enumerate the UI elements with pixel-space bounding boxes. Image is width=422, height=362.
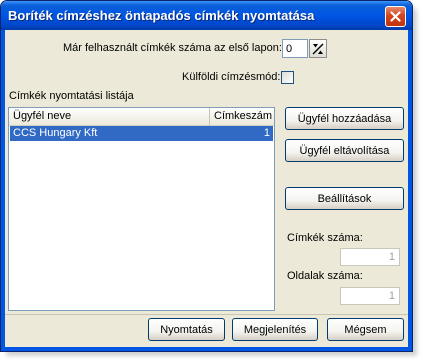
remove-client-button[interactable]: Ügyfél eltávolítása (285, 139, 404, 162)
pages-count-label: Oldalak száma: (287, 270, 363, 282)
used-labels-label: Már felhasznált címkék száma az első lap… (63, 42, 282, 54)
window-frame-left (1, 30, 5, 351)
used-labels-field[interactable] (282, 39, 308, 58)
foreign-address-label: Külföldi címzésmód: (182, 71, 281, 83)
dialog-window: Boríték címzéshez öntapadós címkék nyomt… (0, 0, 413, 352)
labels-count-field: 1 (340, 248, 400, 266)
close-button[interactable] (385, 6, 406, 27)
print-list[interactable]: Ügyfél neve Címkeszám CCS Hungary Kft 1 (8, 107, 275, 311)
window-title: Boríték címzéshez öntapadós címkék nyomt… (8, 8, 315, 23)
list-header: Ügyfél neve Címkeszám (9, 108, 274, 126)
spin-percent-icon (312, 43, 324, 54)
used-labels-input[interactable] (283, 40, 307, 57)
column-header-client-name[interactable]: Ügyfél neve (9, 108, 209, 125)
title-bar[interactable]: Boríték címzéshez öntapadós címkék nyomt… (1, 1, 412, 30)
used-labels-spin-button[interactable] (309, 39, 327, 58)
labels-count-value: 1 (388, 251, 395, 263)
close-icon (390, 11, 401, 22)
cancel-button[interactable]: Mégsem (327, 318, 404, 341)
cell-label-count: 1 (263, 127, 270, 139)
labels-count-label: Címkék száma: (287, 232, 363, 244)
cell-client-name: CCS Hungary Kft (13, 127, 98, 139)
foreign-address-checkbox[interactable] (281, 71, 294, 84)
window-frame-right (408, 30, 412, 351)
pages-count-value: 1 (388, 290, 395, 302)
print-button[interactable]: Nyomtatás (148, 318, 225, 341)
window-frame-bottom (1, 347, 412, 351)
pages-count-field: 1 (340, 287, 400, 305)
print-list-title: Címkék nyomtatási listája (9, 90, 134, 102)
preview-button[interactable]: Megjelenítés (232, 318, 318, 341)
footer-divider (5, 314, 408, 315)
add-client-button[interactable]: Ügyfél hozzáadása (285, 107, 404, 130)
table-row[interactable]: CCS Hungary Kft 1 (10, 126, 273, 141)
settings-button[interactable]: Beállítások (285, 187, 404, 210)
column-header-label-count[interactable]: Címkeszám (209, 108, 274, 125)
